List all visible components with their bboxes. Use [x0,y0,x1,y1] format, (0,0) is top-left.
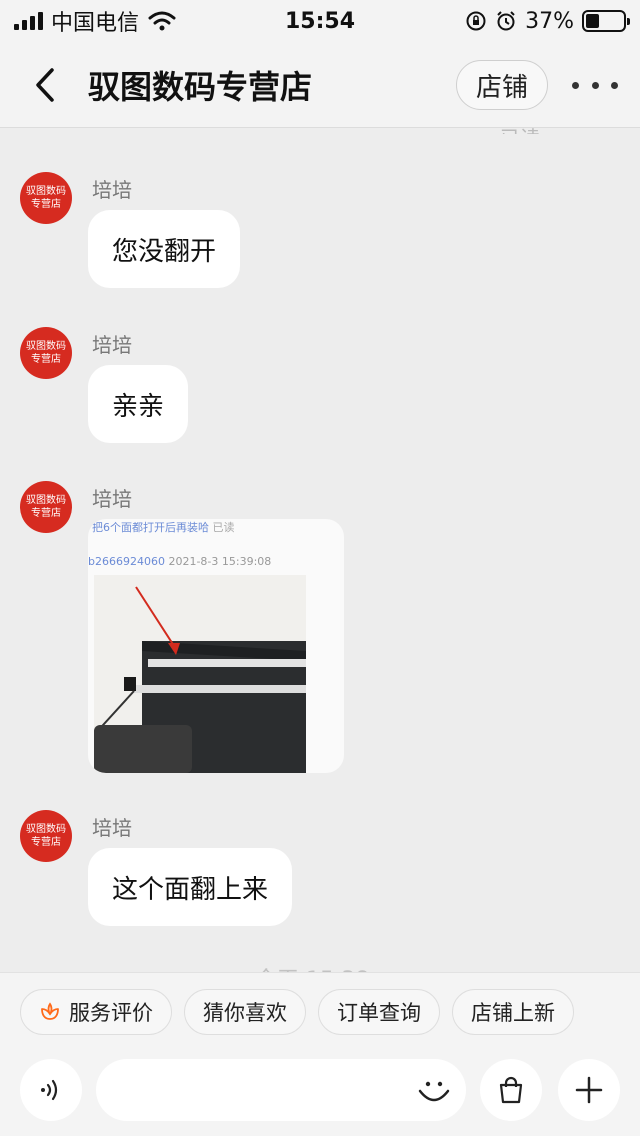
image-timestamp: 2021-8-3 15:39:08 [168,555,272,568]
page-title: 驭图数码专营店 [88,68,313,106]
avatar-text-line1: 驭图数码 [26,341,66,352]
more-options-button[interactable] [558,1059,620,1121]
image-caption-read: 已读 [212,521,235,534]
flower-icon [41,1002,59,1020]
alarm-icon [497,11,515,31]
message-bubble[interactable]: 这个面翻上来 [88,848,293,926]
message-bubble[interactable]: 亲亲 [88,365,189,443]
avatar-text-line2: 专营店 [31,354,61,365]
bottom-panel: 服务评价 猜你喜欢 订单查询 店铺上新 [0,972,640,1136]
avatar[interactable]: 驭图数码 专营店 [20,810,72,862]
avatar[interactable]: 驭图数码 专营店 [20,172,72,224]
voice-icon [41,1079,58,1101]
status-left: 中国电信 [14,5,177,37]
smiley-icon [418,1081,450,1102]
sender-name: 培培 [92,816,132,840]
plus-icon [575,1076,603,1104]
battery-percent: 37% [525,8,574,34]
chip-label: 店铺上新 [471,1001,555,1025]
avatar[interactable]: 驭图数码 专营店 [20,327,72,379]
service-rating-button[interactable]: 服务评价 [20,989,172,1035]
avatar-text-line1: 驭图数码 [26,495,66,506]
avatar-text-line2: 专营店 [31,837,61,848]
chip-label: 订单查询 [337,1001,421,1025]
emoji-button[interactable] [414,1071,454,1111]
status-right: 37% [465,8,630,34]
chip-label: 服务评价 [69,1001,153,1025]
quick-actions: 服务评价 猜你喜欢 订单查询 店铺上新 [20,989,574,1035]
more-icon[interactable] [572,70,618,100]
order-query-button[interactable]: 订单查询 [318,989,440,1035]
image-user-id: b2666924060 [88,555,165,568]
avatar-text-line1: 驭图数码 [26,186,66,197]
image-caption-text: 把6个面都打开后再装哈 [92,521,209,534]
shopping-bag-icon [499,1076,523,1104]
image-message[interactable]: 把6个面都打开后再装哈 已读 b2666924060 2021-8-3 15:3… [88,519,344,773]
voice-button[interactable] [20,1059,82,1121]
carrier-label: 中国电信 [51,11,140,36]
guess-you-like-button[interactable]: 猜你喜欢 [184,989,306,1035]
chevron-left-icon [36,68,54,102]
avatar-text-line2: 专营店 [31,508,61,519]
read-status: 已读 [500,122,540,134]
sender-name: 培培 [92,487,132,511]
message-bubble[interactable]: 您没翻开 [88,210,241,288]
avatar-text-line2: 专营店 [31,199,61,210]
back-button[interactable] [28,64,62,106]
avatar[interactable]: 驭图数码 专营店 [20,481,72,533]
message-input[interactable] [96,1059,466,1121]
input-bar [0,1059,640,1123]
status-bar: 中国电信 15:54 37% [0,0,640,42]
sender-name: 培培 [92,178,132,202]
battery-icon [582,10,630,32]
sender-name: 培培 [92,333,132,357]
avatar-text-line1: 驭图数码 [26,824,66,835]
new-arrivals-button[interactable]: 店铺上新 [452,989,574,1035]
rotation-lock-icon [466,11,486,31]
wifi-icon [148,11,176,31]
image-meta: b2666924060 2021-8-3 15:39:08 [88,555,271,568]
nav-bar: 驭图数码专营店 店铺 [0,42,640,128]
signal-icon [14,12,43,30]
shopping-bag-button[interactable] [480,1059,542,1121]
product-photo [94,575,306,773]
image-caption: 把6个面都打开后再装哈 已读 [92,519,235,535]
shop-button[interactable]: 店铺 [456,60,548,110]
chip-label: 猜你喜欢 [203,1001,287,1025]
